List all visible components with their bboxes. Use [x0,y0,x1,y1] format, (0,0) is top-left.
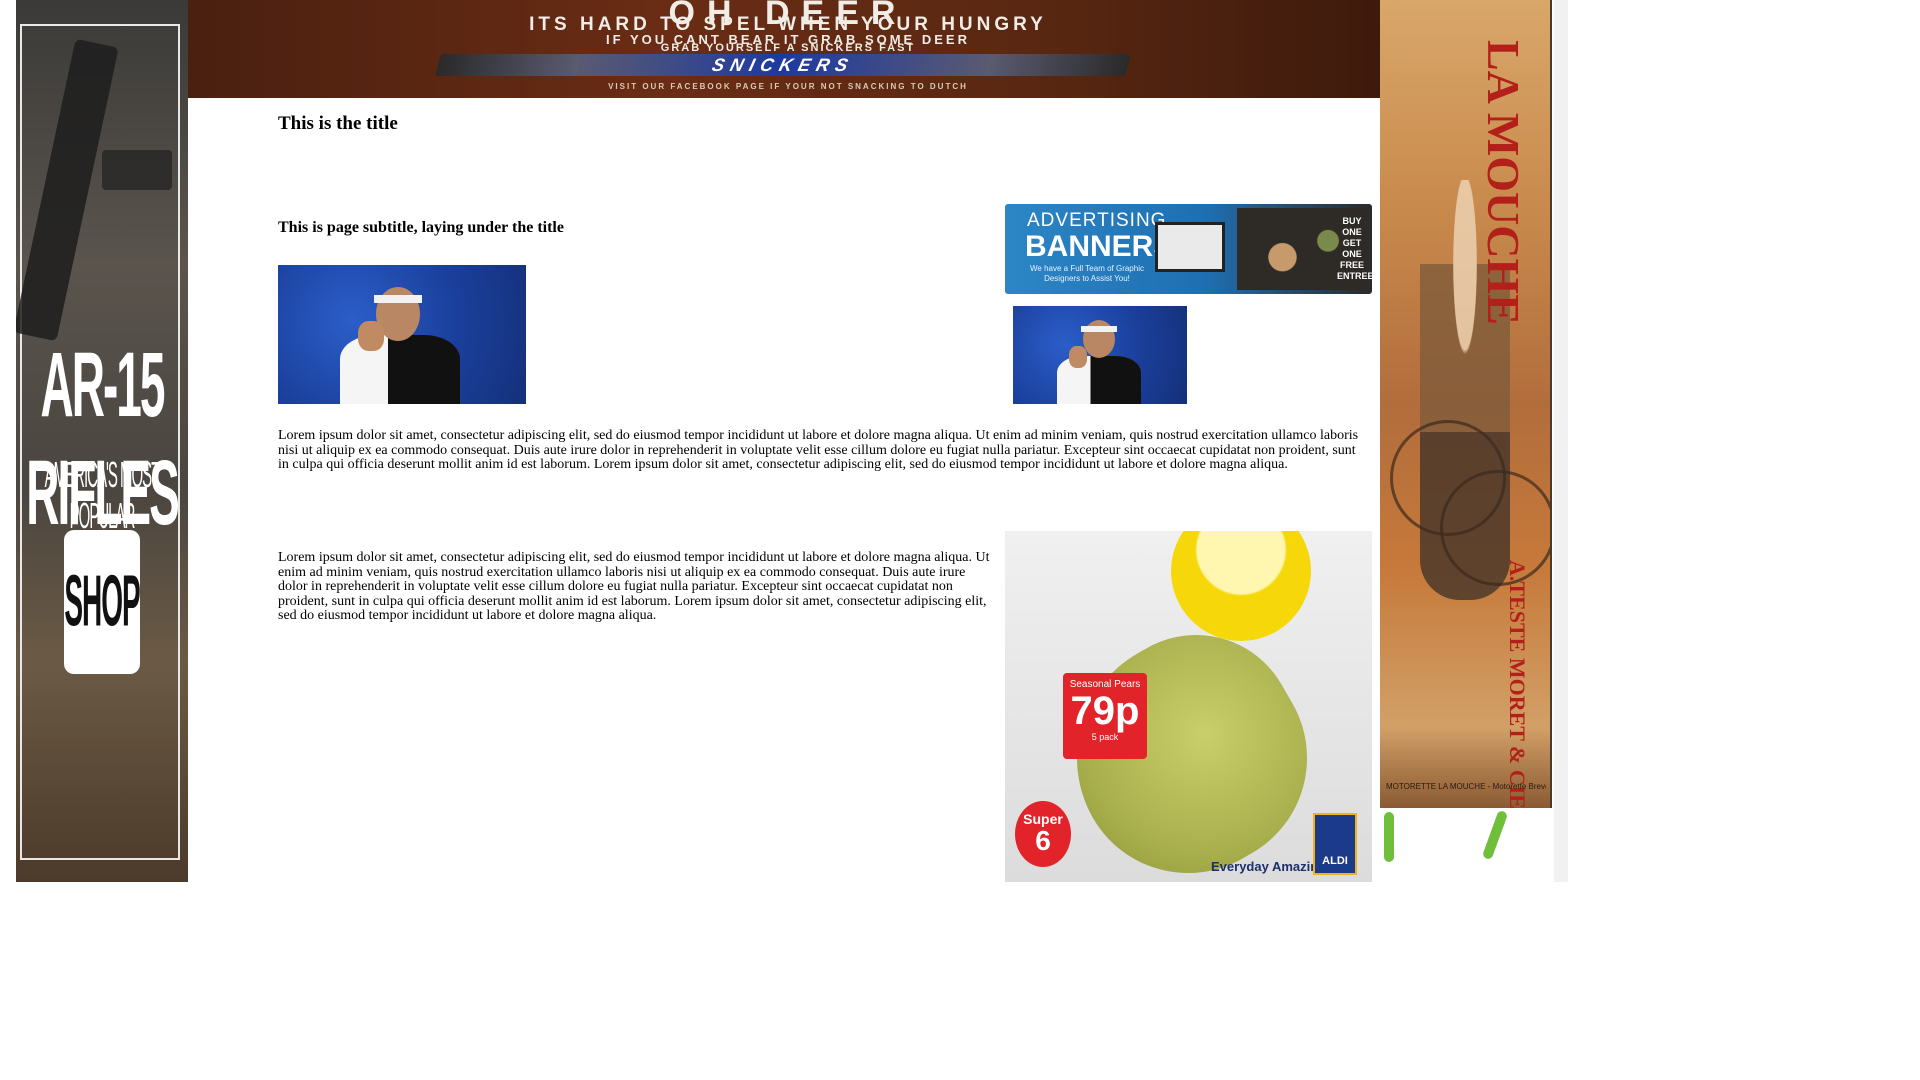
shirt-shape [340,335,460,404]
tennis-player-photo-icon [278,265,526,404]
super-six-badge: Super 6 [1015,801,1071,867]
page-subtitle: This is page subtitle, laying under the … [278,219,564,236]
right-skyscraper-ad[interactable]: LA MOUCHE A.TESTE MORET & CIE MOTORETTE … [1380,0,1552,808]
candy-bar-logo: SNICKERS [709,55,856,75]
fist-shape [1069,346,1087,368]
offer-text: BUY ONE GET ONE FREE ENTREES [1337,216,1372,281]
aldi-pear-ad[interactable]: Seasonal Pears 79p 5 pack Super 6 Everyd… [1005,531,1372,882]
banner-line-4: GRAB YOURSELF A SNICKERS FAST [660,42,916,54]
banner-footer: VISIT OUR FACEBOOK PAGE IF YOUR NOT SNAC… [608,82,968,91]
top-banner-ad[interactable]: OH DEER ITS HARD TO SPEL WHEN YOUR HUNGR… [188,0,1380,98]
paragraph-1: Lorem ipsum dolor sit amet, consectetur … [278,428,1359,473]
ad-slogan: Everyday Amazing. [1211,859,1330,874]
poster-brand: A.TESTE MORET & CIE [1505,560,1530,808]
ad-line-1: ADVERTISING [1027,210,1167,231]
monitor-icon [1155,222,1225,272]
poster-caption: MOTORETTE LA MOUCHE - Motorette Brevetée [1386,782,1546,791]
leaf-logo-icon [1481,809,1509,861]
wheel-icon [1440,470,1550,586]
shop-button[interactable]: SHOP [64,530,141,674]
price-tag: Seasonal Pears 79p 5 pack [1063,673,1147,759]
ad-subline: AMERICA'S MOST POPULAR [44,456,161,538]
tennis-player-photo-icon [1013,306,1187,404]
headband-shape [374,295,422,303]
advertising-banners-ad[interactable]: ADVERTISING BANNERS We have a Full Team … [1005,204,1372,294]
lemon-image-icon [1171,531,1311,641]
price-tag-price: 79p [1070,689,1140,733]
candy-bar-image: SNICKERS [435,54,1131,76]
shop-button-label: SHOP [64,560,140,641]
badge-number: 6 [1035,825,1051,856]
fist-shape [358,321,384,351]
badge-top-text: Super [1023,811,1063,827]
poster-title: LA MOUCHE [1478,40,1529,325]
left-skyscraper-ad[interactable]: AR-15 RIFLES AMERICA'S MOST POPULAR SHOP [16,0,188,882]
page-scrollbar[interactable] [1554,0,1568,882]
paragraph-2: Lorem ipsum dolor sit amet, consectetur … [278,550,990,624]
right-small-ad[interactable] [1380,808,1554,878]
price-tag-product: Seasonal Pears [1069,679,1141,690]
rifle-scope-icon [102,150,172,190]
page-title: This is the title [278,113,398,134]
headband-shape [1081,326,1117,332]
ad-line-2: BANNERS [1025,230,1174,263]
aldi-logo: ALDI [1313,813,1357,875]
price-tag-pack: 5 pack [1091,732,1119,742]
leaf-logo-icon [1384,812,1394,862]
ad-tagline: We have a Full Team of Graphic Designers… [1030,264,1144,283]
